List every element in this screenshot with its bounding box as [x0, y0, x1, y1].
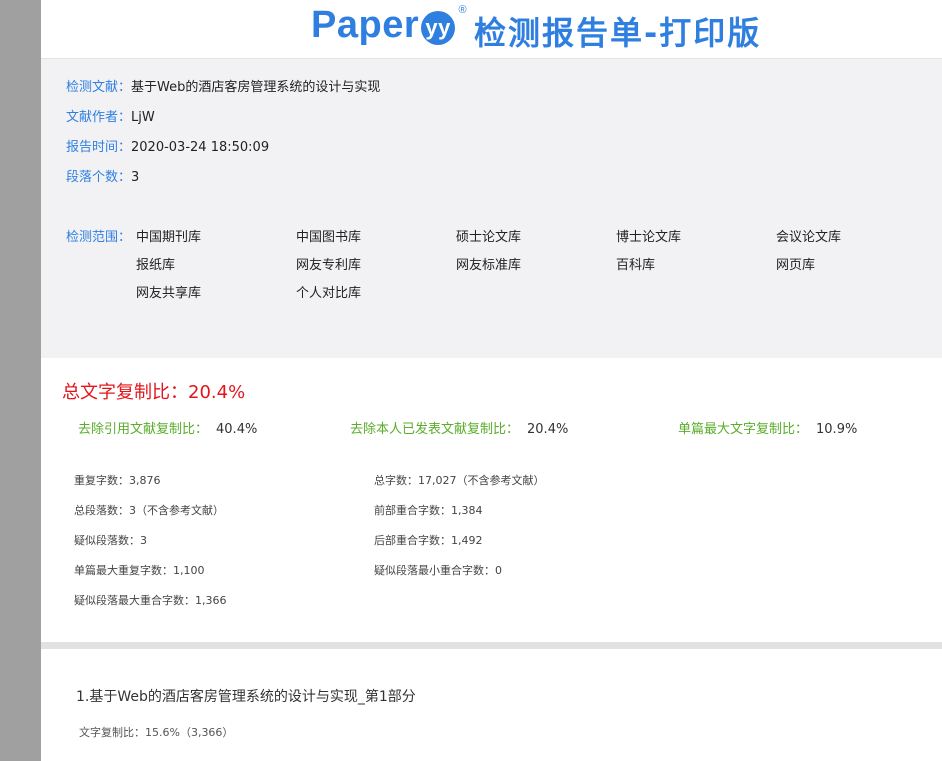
scope-item: 网友标准库	[456, 258, 522, 273]
scope-item: 网友专利库	[296, 258, 362, 273]
total-copy-ratio-value: 20.4%	[188, 382, 246, 403]
section-divider	[41, 358, 942, 360]
doc-title-label: 检测文献：	[66, 80, 132, 95]
total-copy-ratio: 总文字复制比：20.4%	[62, 378, 245, 404]
report-time-label: 报告时间：	[66, 140, 132, 155]
scope-item: 网页库	[776, 258, 816, 273]
metric-excluding-own-works: 去除本人已发表文献复制比： 20.4%	[350, 418, 568, 437]
report-time-row: 报告时间：2020-03-24 18:50:09	[66, 136, 269, 155]
metric-value: 10.9%	[816, 422, 858, 437]
scope-item: 网友共享库	[136, 286, 202, 301]
section-separator	[41, 642, 942, 649]
scope-item: 报纸库	[136, 258, 176, 273]
metric-single-max: 单篇最大文字复制比： 10.9%	[678, 418, 857, 437]
report-header: Paper yy ® 检测报告单-打印版	[41, 0, 942, 59]
registered-mark: ®	[458, 4, 468, 16]
scope-item: 个人对比库	[296, 286, 362, 301]
scope-item: 硕士论文库	[456, 230, 522, 245]
paragraph-count-row: 段落个数：3	[66, 166, 139, 185]
part-title: 1.基于Web的酒店客房管理系统的设计与实现_第1部分	[76, 689, 416, 705]
doc-title-value: 基于Web的酒店客房管理系统的设计与实现	[131, 80, 381, 95]
paragraph-count-label: 段落个数：	[66, 170, 132, 185]
scope-item: 博士论文库	[616, 230, 682, 245]
scope-item: 中国图书库	[296, 230, 362, 245]
scope-item: 百科库	[616, 258, 656, 273]
logo-mark-icon: yy	[421, 11, 456, 45]
document-info-panel: 检测文献：基于Web的酒店客房管理系统的设计与实现 文献作者：LjW 报告时间：…	[41, 59, 942, 358]
stat-single-max-duplicate: 单篇最大重复字数：1,100	[74, 564, 205, 577]
stat-suspected-max-overlap: 疑似段落最大重合字数：1,366	[74, 594, 227, 607]
stat-suspected-paragraphs: 疑似段落数：3	[74, 534, 147, 547]
left-gutter	[0, 0, 41, 761]
metric-label: 去除引用文献复制比：	[78, 422, 209, 437]
metric-label: 去除本人已发表文献复制比：	[350, 422, 520, 437]
metric-excluding-citations: 去除引用文献复制比： 40.4%	[78, 418, 257, 437]
stat-total-chars: 总字数：17,027（不含参考文献）	[374, 474, 545, 487]
metric-value: 40.4%	[216, 422, 258, 437]
stat-duplicate-chars: 重复字数：3,876	[74, 474, 161, 487]
stat-front-overlap: 前部重合字数：1,384	[374, 504, 483, 517]
stat-back-overlap: 后部重合字数：1,492	[374, 534, 483, 547]
part-copy-ratio: 文字复制比：15.6%（3,366）	[79, 726, 234, 739]
scope-item: 会议论文库	[776, 230, 842, 245]
metric-label: 单篇最大文字复制比：	[678, 422, 809, 437]
scope-label: 检测范围：	[66, 230, 132, 245]
metric-value: 20.4%	[527, 422, 569, 437]
author-row: 文献作者：LjW	[66, 106, 155, 125]
scope-item: 中国期刊库	[136, 230, 202, 245]
author-value: LjW	[131, 110, 155, 125]
doc-title-row: 检测文献：基于Web的酒店客房管理系统的设计与实现	[66, 76, 380, 95]
stat-suspected-min-overlap: 疑似段落最小重合字数：0	[374, 564, 502, 577]
report-time-value: 2020-03-24 18:50:09	[131, 140, 270, 155]
stat-total-paragraphs: 总段落数：3（不含参考文献）	[74, 504, 224, 517]
paragraph-count-value: 3	[131, 170, 140, 185]
total-copy-ratio-label: 总文字复制比：	[62, 382, 188, 403]
author-label: 文献作者：	[66, 110, 132, 125]
logo-text: Paper	[311, 4, 420, 46]
page-title: 检测报告单-打印版	[474, 14, 762, 52]
paperyy-logo: Paper yy ®	[311, 4, 467, 47]
report-page: Paper yy ® 检测报告单-打印版 检测文献：基于Web的酒店客房管理系统的设…	[41, 0, 942, 761]
